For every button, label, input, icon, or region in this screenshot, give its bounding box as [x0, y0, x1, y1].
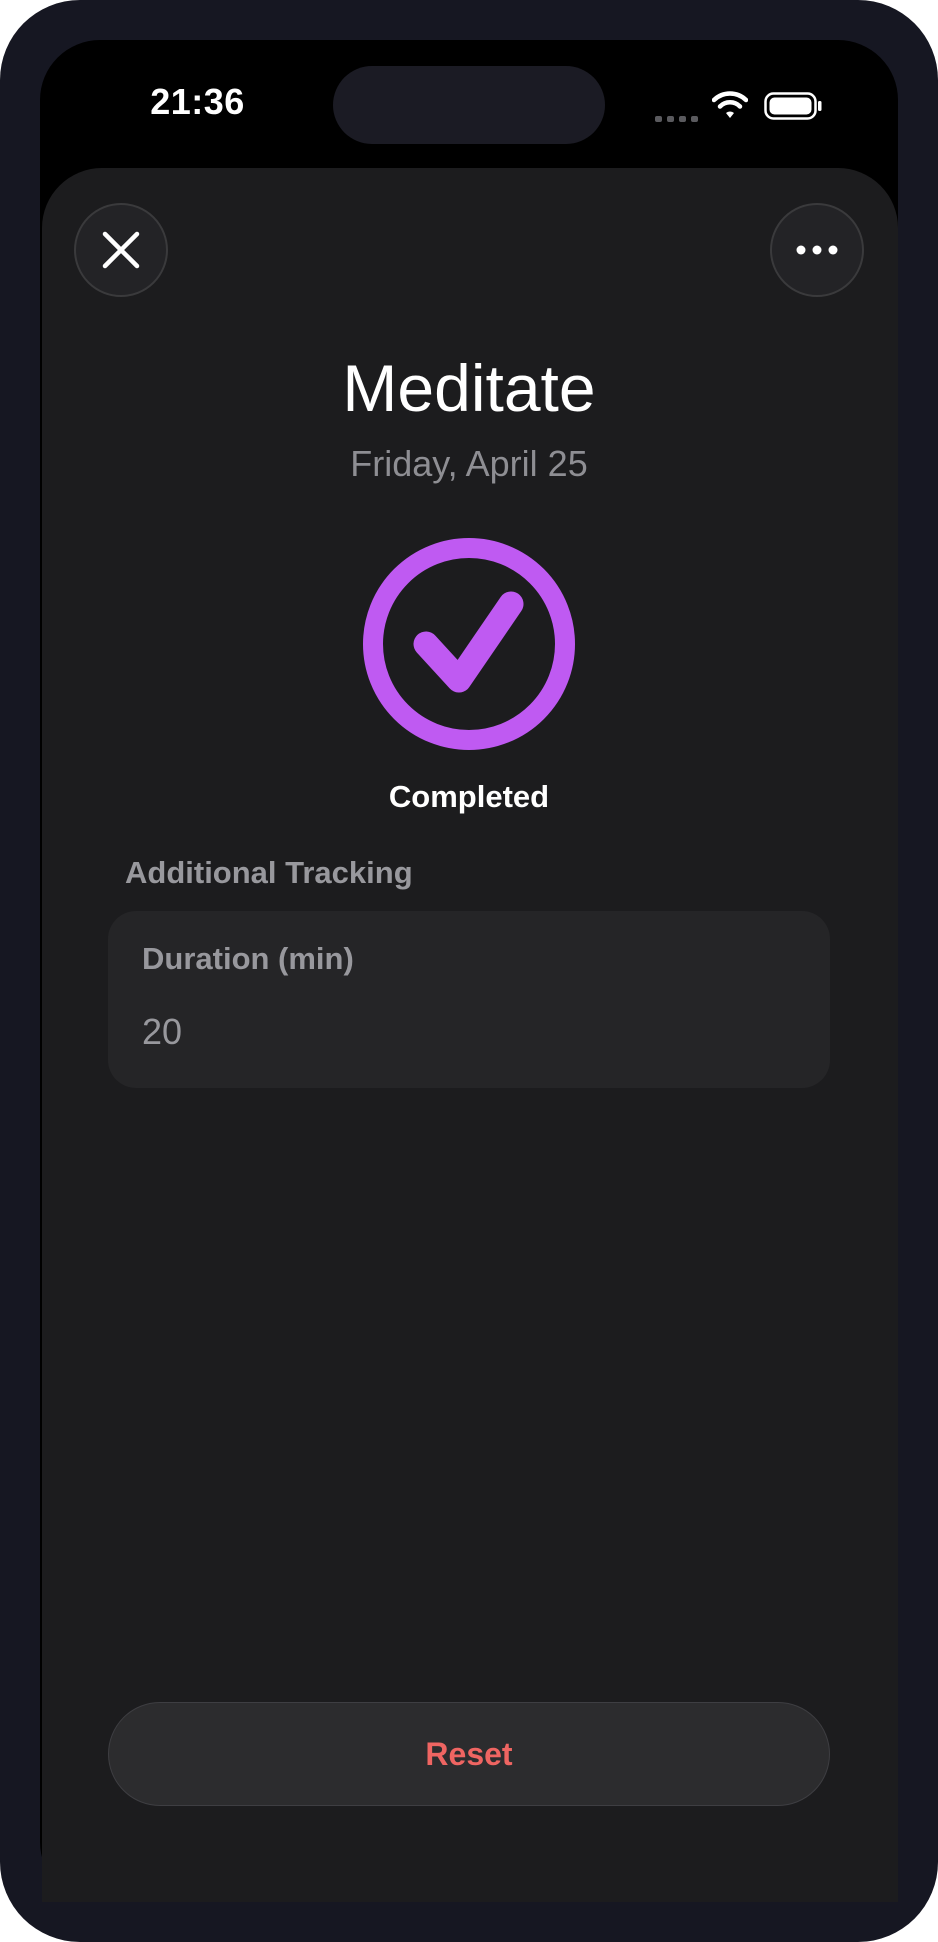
duration-field-value[interactable]: 20 [142, 1011, 182, 1053]
habit-date: Friday, April 25 [350, 443, 588, 484]
habit-title: Meditate [342, 351, 596, 425]
battery-icon [764, 92, 822, 120]
status-bar-time: 21:36 [150, 81, 245, 122]
dynamic-island [333, 66, 605, 144]
duration-field-label: Duration (min) [142, 941, 354, 976]
close-icon [102, 231, 140, 269]
duration-field-card[interactable]: Duration (min) 20 [108, 911, 830, 1088]
signal-icon [655, 116, 699, 122]
more-icon [796, 245, 838, 255]
reset-button[interactable]: Reset [108, 1702, 830, 1806]
checkmark-circle-icon[interactable] [361, 536, 577, 752]
completion-status: Completed [388, 779, 550, 814]
more-options-button[interactable] [770, 203, 864, 297]
close-button[interactable] [74, 203, 168, 297]
additional-tracking-header: Additional Tracking [125, 855, 413, 890]
wifi-icon [712, 91, 748, 118]
